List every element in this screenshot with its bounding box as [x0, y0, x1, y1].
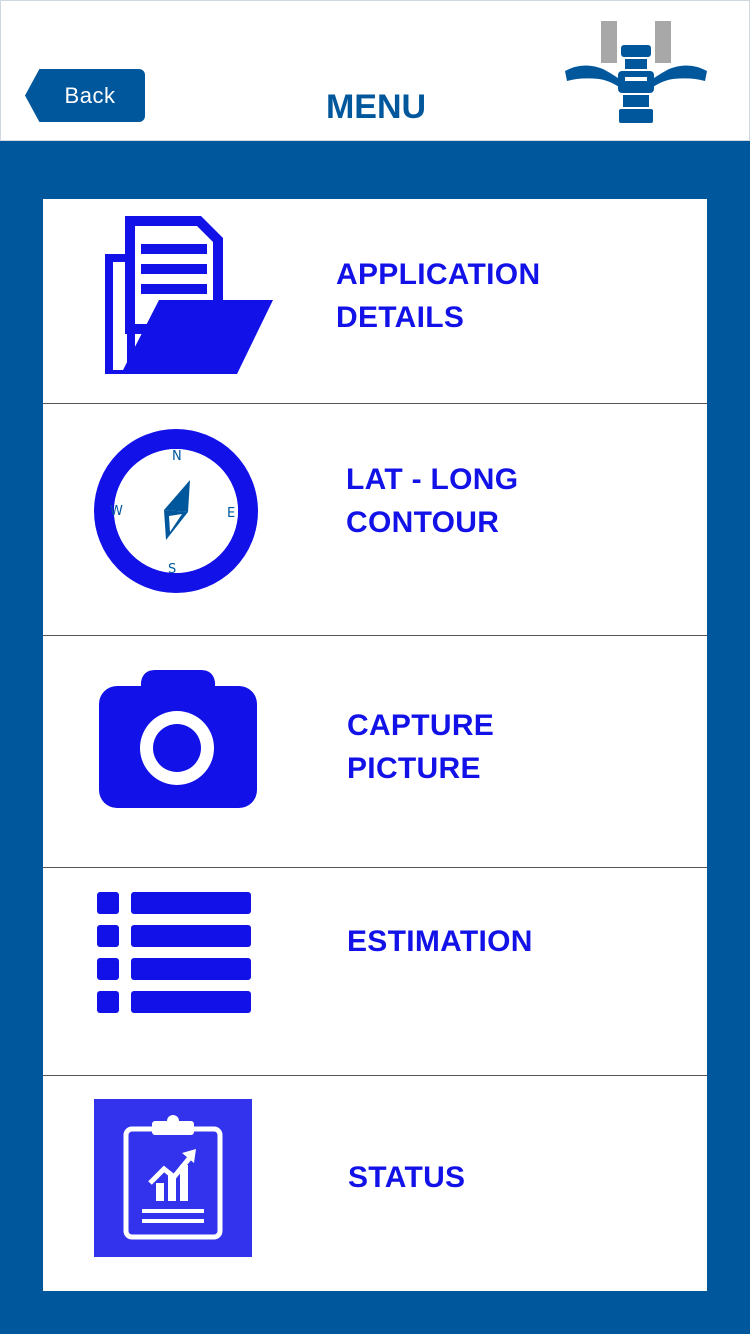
menu-panel: APPLICATION DETAILS N E S W LAT - LONG C…	[43, 199, 707, 1291]
list-icon	[97, 892, 251, 1013]
menu-item-capture-picture[interactable]: CAPTURE PICTURE	[43, 636, 707, 868]
menu-label-application-details: APPLICATION DETAILS	[336, 258, 541, 334]
compass-south-label: S	[168, 562, 176, 577]
menu-item-status[interactable]: STATUS	[43, 1076, 707, 1291]
organization-logo	[565, 21, 707, 123]
clipboard-chart-icon	[94, 1099, 252, 1257]
menu-label-status: STATUS	[348, 1161, 466, 1194]
menu-label-estimation: ESTIMATION	[347, 925, 533, 958]
camera-icon	[99, 670, 257, 808]
compass-east-label: E	[227, 506, 235, 521]
menu-item-lat-long-contour[interactable]: N E S W LAT - LONG CONTOUR	[43, 404, 707, 636]
menu-label-lat-long-contour: LAT - LONG CONTOUR	[346, 463, 519, 539]
compass-icon: N E S W	[94, 429, 258, 593]
menu-item-estimation[interactable]: ESTIMATION	[43, 868, 707, 1076]
folder-document-icon	[105, 216, 273, 374]
compass-north-label: N	[172, 449, 182, 464]
menu-item-application-details[interactable]: APPLICATION DETAILS	[43, 199, 707, 404]
compass-west-label: W	[110, 504, 123, 519]
menu-label-capture-picture: CAPTURE PICTURE	[347, 709, 495, 785]
app-header: Back MENU	[0, 0, 750, 141]
